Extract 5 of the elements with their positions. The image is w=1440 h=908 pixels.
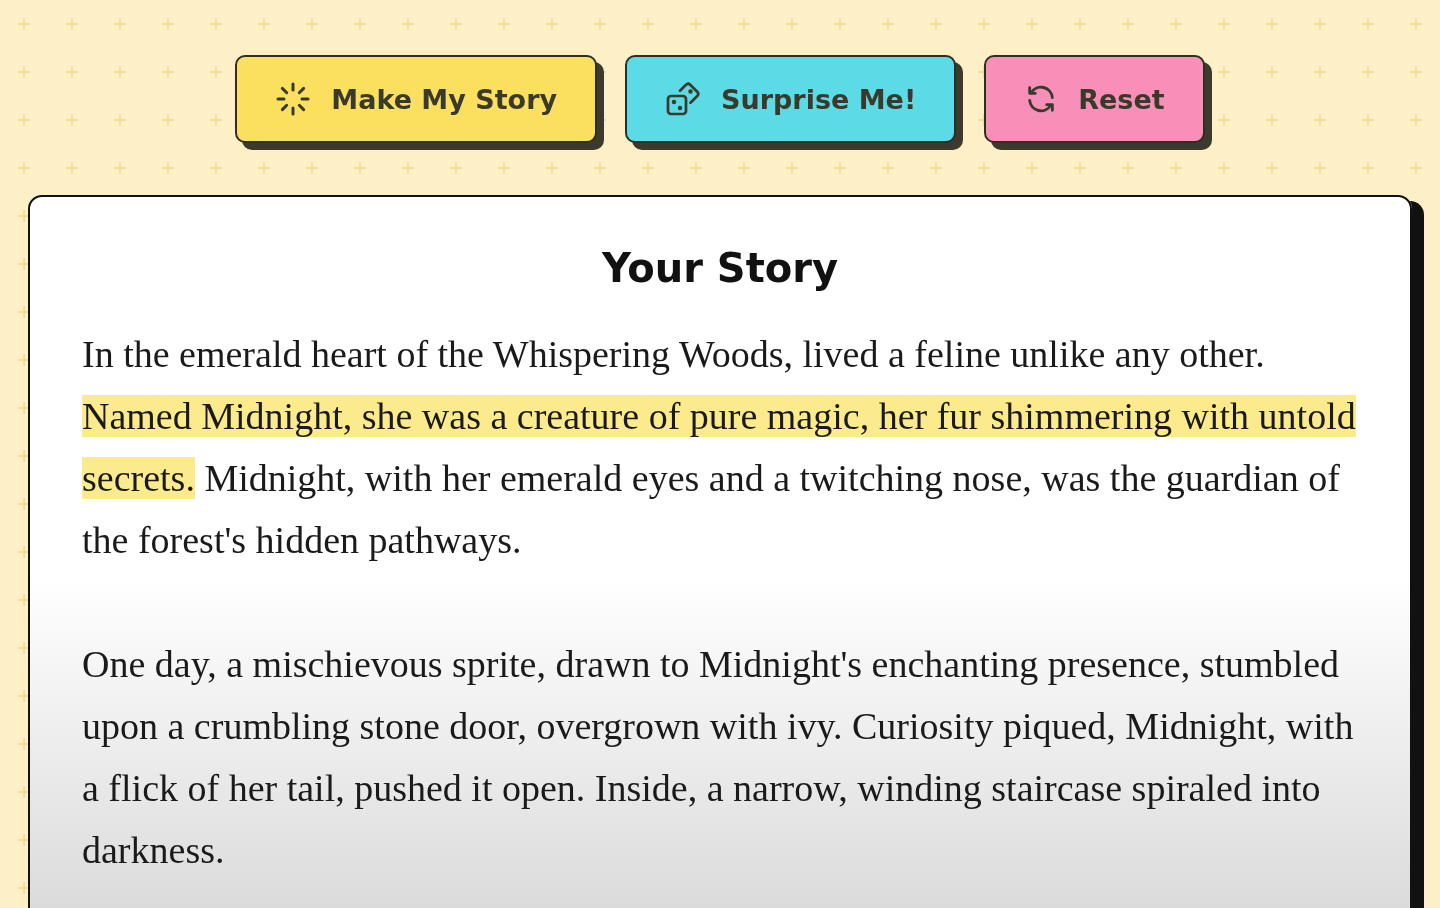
story-title: Your Story — [600, 245, 840, 291]
dice-icon — [665, 81, 702, 117]
story-paragraph: In the emerald heart of the Whispering Woods, lived a feline unlike any other. Named Midnight, she was a creature of pure magic, her fur shimmering with untold secrets. Midnight, with her emerald eyes and a twitching nose, was the guardian of the forest's hidden pathways. — [82, 332, 1357, 563]
story-paragraph: One day, a mischievous sprite, drawn to Midnight's enchanting presence, stumbled upon a crumbling stone door, overgrown with ivy. Curiosity piqued, Midnight, with a flick of her tail, pushed it open. Inside, a narrow, winding staircase spiraled into darkness. — [82, 642, 1355, 873]
sparkle-icon — [275, 81, 312, 117]
